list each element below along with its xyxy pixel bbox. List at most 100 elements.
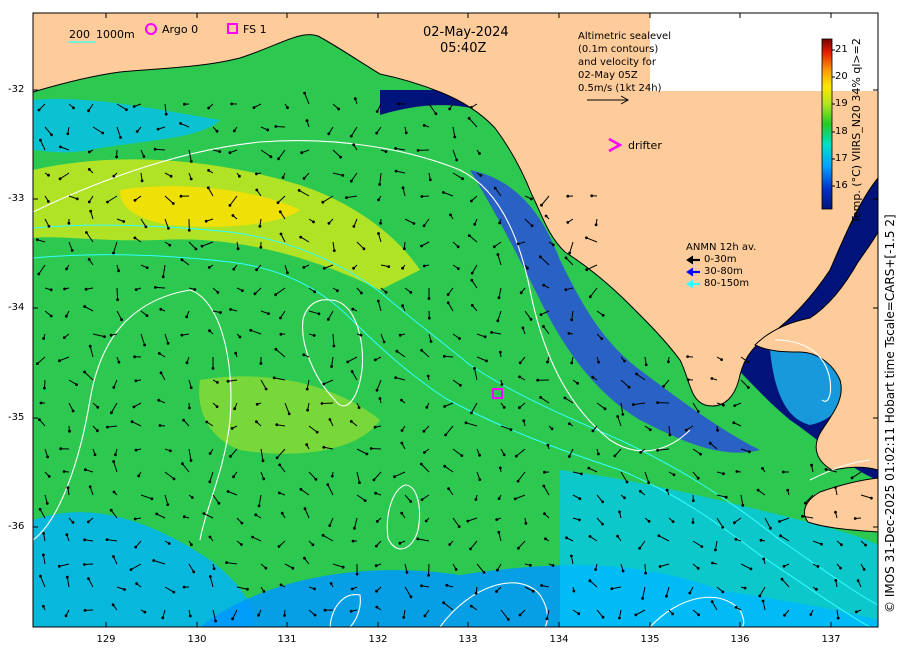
velocity-arrow-head xyxy=(810,463,813,467)
velocity-arrow-head xyxy=(758,594,762,598)
velocity-arrow-head xyxy=(252,106,256,109)
velocity-arrow-head xyxy=(563,396,567,400)
velocity-arrow-head xyxy=(351,539,355,543)
velocity-arrow-head xyxy=(375,388,379,392)
velocity-arrow-head xyxy=(336,289,339,293)
velocity-arrow-head xyxy=(228,204,232,207)
velocity-arrow-head xyxy=(377,198,380,202)
velocity-arrow-head xyxy=(238,174,241,178)
velocity-arrow-head xyxy=(159,371,163,375)
velocity-arrow-head xyxy=(236,247,240,251)
velocity-arrow-head xyxy=(425,406,429,409)
velocity-arrow-head xyxy=(88,485,92,489)
velocity-arrow-head xyxy=(208,480,212,484)
velocity-arrow-head xyxy=(241,289,244,292)
velocity-arrow-head xyxy=(192,570,196,574)
velocity-arrow-head xyxy=(190,543,193,547)
velocity-arrow-head xyxy=(156,127,160,131)
velocity-arrow-head xyxy=(565,536,568,540)
velocity-arrow-head xyxy=(112,251,115,255)
velocity-arrow-head xyxy=(330,365,333,368)
velocity-arrow-head xyxy=(264,566,268,570)
velocity-arrow-head xyxy=(518,613,522,617)
velocity-arrow-head xyxy=(420,584,423,588)
velocity-arrow-head xyxy=(350,370,354,373)
velocity-arrow-head xyxy=(161,275,165,279)
velocity-arrow-head xyxy=(313,587,316,591)
velocity-arrow-head xyxy=(109,333,113,337)
velocity-arrow-head xyxy=(357,406,361,410)
velocity-arrow-head xyxy=(262,590,266,593)
velocity-arrow-head xyxy=(457,525,461,528)
colorbar xyxy=(821,38,833,210)
velocity-arrow-head xyxy=(434,112,438,116)
velocity-arrow xyxy=(155,286,166,289)
velocity-arrow-head xyxy=(529,197,533,201)
velocity-arrow-head xyxy=(36,238,39,242)
velocity-arrow-head xyxy=(359,333,363,337)
velocity-arrow-head xyxy=(419,462,423,466)
velocity-arrow-head xyxy=(279,316,282,320)
velocity-arrow-head xyxy=(422,429,426,433)
velocity-arrow-head xyxy=(303,91,306,95)
velocity-arrow-head xyxy=(862,568,866,571)
velocity-arrow-head xyxy=(538,255,542,259)
velocity-arrow-head xyxy=(699,452,702,456)
velocity-arrow-head xyxy=(665,488,669,492)
velocity-arrow-head xyxy=(65,267,68,271)
velocity-arrow-head xyxy=(684,428,688,432)
velocity-arrow-head xyxy=(122,220,126,223)
velocity-arrow-head xyxy=(42,553,45,557)
velocity-arrow-head xyxy=(401,266,404,270)
velocity-arrow-head xyxy=(117,360,121,364)
velocity-arrow-head xyxy=(93,453,97,456)
velocity-arrow-head xyxy=(448,107,452,111)
velocity-arrow-head xyxy=(517,546,520,550)
velocity-arrow-head xyxy=(144,225,148,229)
velocity-arrow-head xyxy=(478,453,481,457)
velocity-arrow-head xyxy=(171,202,175,205)
velocity-arrow xyxy=(321,402,334,404)
lat-tick-36: -36 xyxy=(8,521,25,532)
velocity-arrow-head xyxy=(57,564,61,568)
velocity-arrow-head xyxy=(83,538,86,542)
velocity-arrow xyxy=(116,287,119,300)
velocity-arrow-head xyxy=(341,174,345,177)
sealevel-note-3: and velocity for xyxy=(578,57,657,68)
velocity-arrow-head xyxy=(566,194,570,198)
velocity-arrow-head xyxy=(409,595,413,599)
velocity-arrow-head xyxy=(275,423,279,427)
velocity-arrow-head xyxy=(746,360,750,364)
velocity-arrow-head xyxy=(644,363,648,367)
velocity-arrow-head xyxy=(761,599,765,603)
velocity-arrow-head xyxy=(327,132,331,136)
velocity-arrow-head xyxy=(498,221,501,225)
velocity-arrow-head xyxy=(47,224,51,228)
drifter-legend-label: drifter xyxy=(628,139,662,152)
velocity-arrow-head xyxy=(696,476,700,480)
velocity-arrow-head xyxy=(234,351,238,355)
velocity-arrow-head xyxy=(132,105,136,108)
velocity-arrow-head xyxy=(473,222,477,226)
velocity-arrow-head xyxy=(349,179,353,183)
velocity-arrow-head xyxy=(278,463,282,467)
velocity-arrow-head xyxy=(420,348,423,352)
velocity-arrow-head xyxy=(185,315,189,319)
velocity-arrow-head xyxy=(161,616,165,620)
velocity-arrow-head xyxy=(362,247,366,251)
velocity-arrow-head xyxy=(374,544,378,548)
velocity-arrow-head xyxy=(38,418,41,421)
lon-tick-136: 136 xyxy=(730,634,750,645)
velocity-arrow-head xyxy=(658,565,662,568)
velocity-arrow-head xyxy=(369,447,373,450)
velocity-arrow-head xyxy=(303,556,306,560)
velocity-arrow-head xyxy=(123,588,126,591)
velocity-arrow-head xyxy=(382,340,386,344)
sealevel-note-5: 0.5m/s (1kt 24h) xyxy=(578,83,662,94)
velocity-arrow-head xyxy=(225,561,229,564)
velocity-arrow-head xyxy=(448,543,452,546)
velocity-arrow-head xyxy=(145,266,149,270)
velocity-arrow-head xyxy=(377,232,380,235)
velocity-arrow-head xyxy=(83,563,86,566)
velocity-arrow-head xyxy=(208,575,212,578)
